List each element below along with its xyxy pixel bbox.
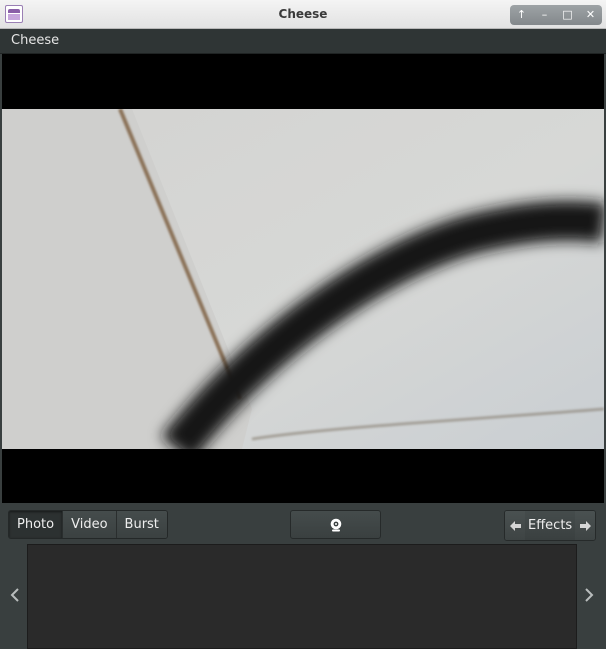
camera-viewport [2,54,604,503]
thumbnail-bar [0,543,606,649]
keep-above-button[interactable]: ↑ [512,5,532,25]
mode-burst-button[interactable]: Burst [116,511,167,538]
arrow-right-icon [579,520,591,531]
thumbnail-view[interactable] [27,544,577,649]
title-bar: Cheese ↑ – □ ✕ [0,0,606,29]
effects-control: Effects [504,510,597,541]
close-button[interactable]: ✕ [581,5,601,25]
arrow-left-icon [509,520,521,531]
mode-switcher: Photo Video Burst [8,510,168,539]
app-menu[interactable]: Cheese [11,33,59,48]
chevron-right-icon [585,588,594,602]
maximize-button[interactable]: □ [558,5,578,25]
effects-prev-button[interactable] [505,511,525,540]
minimize-button[interactable]: – [535,5,555,25]
effects-button[interactable]: Effects [525,511,575,540]
take-photo-button[interactable] [290,510,381,539]
webcam-icon [330,518,341,531]
mode-toolbar: Photo Video Burst Effects [0,503,606,543]
window-controls: ↑ – □ ✕ [510,5,602,25]
webcam-feed [2,109,604,449]
thumbnails-next-button[interactable] [582,585,596,605]
effects-next-button[interactable] [575,511,596,540]
thumbnails-prev-button[interactable] [8,585,22,605]
mode-video-button[interactable]: Video [63,511,117,538]
mode-photo-button[interactable]: Photo [9,511,64,538]
chevron-left-icon [10,588,19,602]
app-menu-bar: Cheese [0,29,606,54]
